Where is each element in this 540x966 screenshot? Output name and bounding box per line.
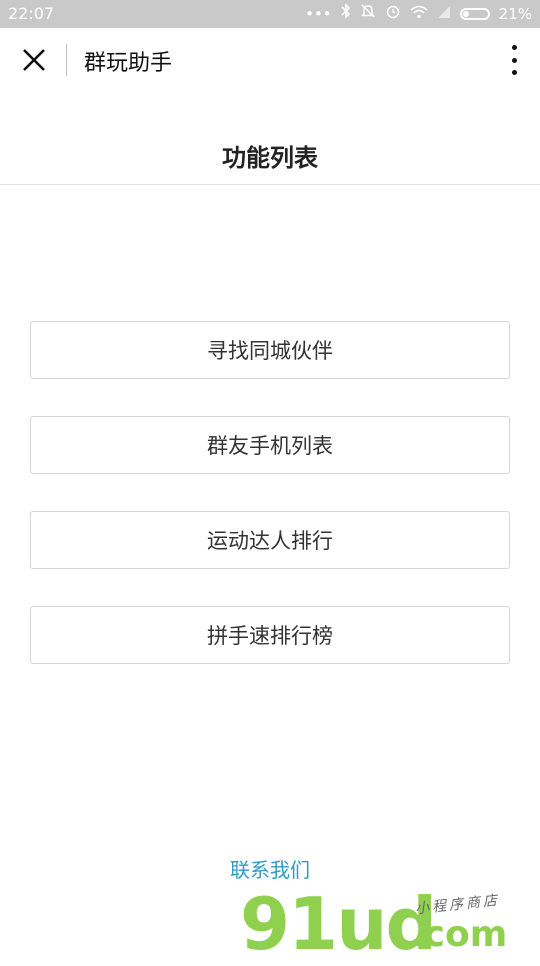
battery-percent: 21% [498,5,532,23]
alarm-icon [385,3,401,25]
bell-off-icon [360,3,376,25]
close-icon [23,49,45,71]
group-phone-list-button[interactable]: 群友手机列表 [30,416,510,474]
close-button[interactable] [14,40,54,80]
status-time: 22:07 [8,4,55,23]
status-bar: 22:07 ••• 21% [0,0,540,28]
more-options-button[interactable] [502,42,526,78]
navigation-bar: 群玩助手 [0,28,540,92]
contact-us-link[interactable]: 联系我们 [0,854,540,883]
bluetooth-icon [341,3,351,25]
status-icons: ••• 21% [305,3,532,25]
watermark-suffix: .com [410,914,508,955]
section-title: 功能列表 [222,144,318,172]
page-title: 群玩助手 [84,51,173,76]
dots-icon: ••• [305,5,332,23]
find-local-partners-button[interactable]: 寻找同城伙伴 [30,321,510,379]
wifi-icon [410,3,428,25]
section-divider [0,184,540,185]
sports-ranking-button[interactable]: 运动达人排行 [30,511,510,569]
more-icon [511,45,517,50]
signal-icon [437,3,451,25]
watermark-logo: 91ud [240,882,437,966]
battery-icon [459,8,490,20]
nav-divider [66,44,67,76]
watermark: 91ud .com 小程序商店 [240,888,540,960]
hand-speed-ranking-button[interactable]: 拼手速排行榜 [30,606,510,664]
